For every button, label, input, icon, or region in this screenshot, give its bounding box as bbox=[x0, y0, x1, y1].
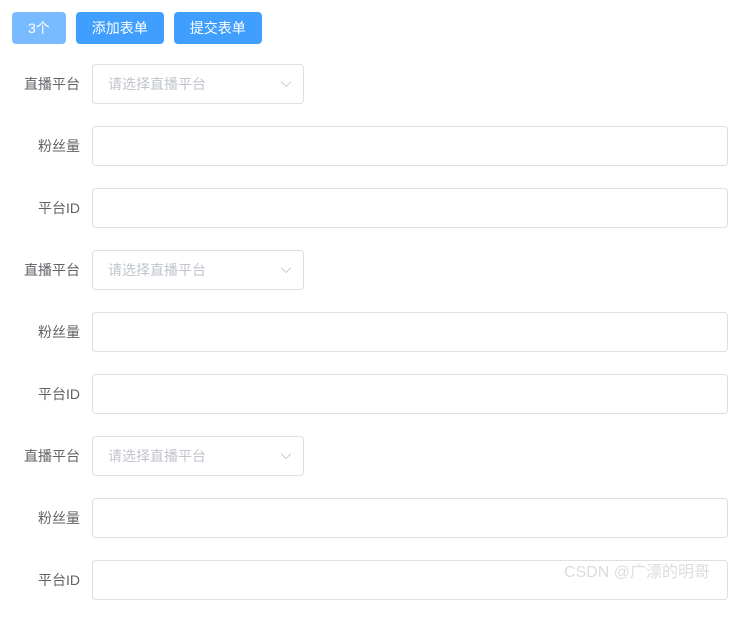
form-item: 粉丝量 bbox=[12, 498, 728, 538]
platform-select[interactable]: 请选择直播平台 bbox=[92, 250, 304, 290]
platform-label: 直播平台 bbox=[12, 74, 92, 94]
button-row: 3个 添加表单 提交表单 bbox=[12, 12, 728, 44]
chevron-down-icon bbox=[279, 449, 293, 463]
form-item: 平台ID bbox=[12, 560, 728, 600]
select-placeholder: 请选择直播平台 bbox=[108, 446, 206, 466]
followers-label: 粉丝量 bbox=[12, 322, 92, 342]
platform-id-input[interactable] bbox=[92, 560, 728, 600]
select-placeholder: 请选择直播平台 bbox=[108, 74, 206, 94]
followers-label: 粉丝量 bbox=[12, 508, 92, 528]
platform-id-label: 平台ID bbox=[12, 198, 92, 218]
followers-label: 粉丝量 bbox=[12, 136, 92, 156]
select-placeholder: 请选择直播平台 bbox=[108, 260, 206, 280]
add-form-button[interactable]: 添加表单 bbox=[76, 12, 164, 44]
platform-label: 直播平台 bbox=[12, 260, 92, 280]
form-item: 粉丝量 bbox=[12, 312, 728, 352]
platform-select[interactable]: 请选择直播平台 bbox=[92, 64, 304, 104]
platform-id-label: 平台ID bbox=[12, 570, 92, 590]
platform-id-label: 平台ID bbox=[12, 384, 92, 404]
form-item: 直播平台 请选择直播平台 bbox=[12, 64, 728, 104]
followers-input[interactable] bbox=[92, 312, 728, 352]
platform-id-input[interactable] bbox=[92, 188, 728, 228]
form-item: 粉丝量 bbox=[12, 126, 728, 166]
form-item: 直播平台 请选择直播平台 bbox=[12, 436, 728, 476]
platform-select[interactable]: 请选择直播平台 bbox=[92, 436, 304, 476]
followers-input[interactable] bbox=[92, 126, 728, 166]
submit-form-button[interactable]: 提交表单 bbox=[174, 12, 262, 44]
form-item: 平台ID bbox=[12, 374, 728, 414]
chevron-down-icon bbox=[279, 77, 293, 91]
platform-id-input[interactable] bbox=[92, 374, 728, 414]
followers-input[interactable] bbox=[92, 498, 728, 538]
chevron-down-icon bbox=[279, 263, 293, 277]
form-item: 直播平台 请选择直播平台 bbox=[12, 250, 728, 290]
platform-label: 直播平台 bbox=[12, 446, 92, 466]
count-button[interactable]: 3个 bbox=[12, 12, 66, 44]
form-item: 平台ID bbox=[12, 188, 728, 228]
